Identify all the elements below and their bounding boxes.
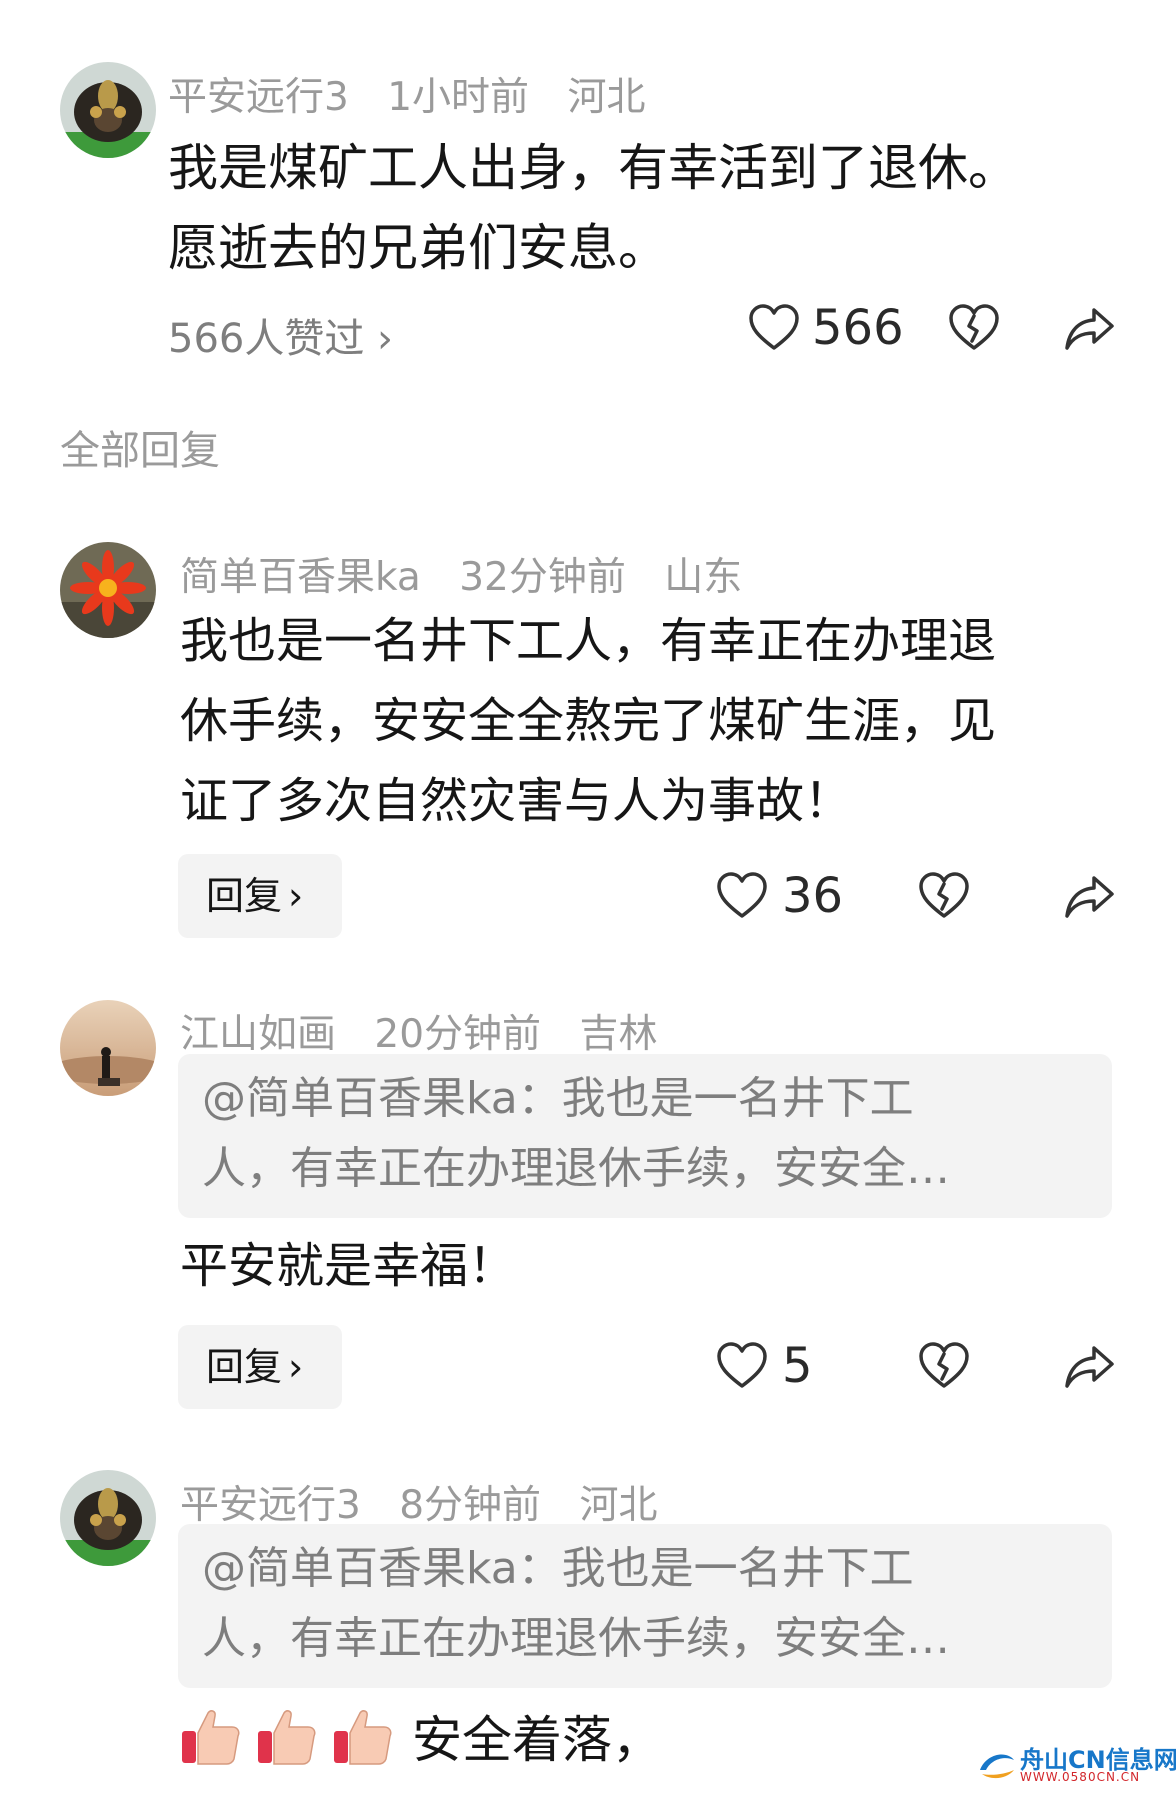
like-count: 5 — [782, 1338, 813, 1394]
quoted-reply[interactable]: @简单百香果ka：我也是一名井下工 人，有幸正在办理退休手续，安安全… — [178, 1524, 1112, 1688]
comment-meta: 平安远行3 1小时前 河北 — [168, 66, 645, 122]
reply-text: 平安就是幸福！ — [180, 1238, 517, 1294]
thumbs-up-emoji-icon — [258, 1710, 316, 1765]
heart-outline-icon — [717, 1342, 767, 1388]
avatar-image — [60, 1000, 156, 1096]
watermark-icon — [980, 1754, 1014, 1779]
location: 吉林 — [579, 1012, 658, 1057]
heart-outline-icon — [749, 304, 799, 350]
share-button[interactable] — [1064, 306, 1116, 356]
location: 河北 — [579, 1483, 658, 1528]
share-arrow-icon — [1065, 308, 1114, 350]
share-button[interactable] — [1064, 874, 1116, 924]
avatar-image — [60, 542, 156, 638]
reply-button[interactable]: 回复 › — [178, 854, 342, 938]
chevron-right-icon: › — [288, 1345, 304, 1389]
avatar[interactable] — [60, 62, 156, 158]
quoted-text-line: 人，有幸正在办理退休手续，安安全… — [202, 1143, 950, 1194]
comment-meta: 江山如画 20分钟前 吉林 — [180, 1003, 657, 1059]
avatar[interactable] — [60, 542, 156, 638]
location: 山东 — [664, 555, 743, 600]
avatar-image — [60, 1470, 156, 1566]
username[interactable]: 江山如画 — [180, 1012, 336, 1057]
like-count: 566 — [812, 300, 904, 356]
reply-button[interactable]: 回复 › — [178, 1325, 342, 1409]
share-button[interactable] — [1064, 1344, 1116, 1394]
like-count: 36 — [782, 868, 844, 924]
timestamp: 1小时前 — [387, 75, 530, 120]
reply-text-line: 安全着落， — [412, 1711, 662, 1769]
timestamp: 8分钟前 — [399, 1483, 542, 1528]
heart-outline-icon — [717, 872, 767, 918]
quoted-text-line: @简单百香果ka：我也是一名井下工 — [202, 1543, 914, 1594]
avatar[interactable] — [60, 1470, 156, 1566]
reply-text-line: 证了多次自然灾害与人为事故！ — [180, 773, 853, 829]
comment-text: 我是煤矿工人出身，有幸活到了退休。 愿逝去的兄弟们安息。 — [168, 128, 1018, 288]
broken-heart-icon — [919, 1342, 969, 1388]
comment-meta: 平安远行3 8分钟前 河北 — [180, 1474, 657, 1530]
reply-text: 我也是一名井下工人，有幸正在办理退 休手续，安安全全熬完了煤矿生涯，见 证了多次… — [180, 601, 996, 841]
chevron-right-icon: › — [288, 874, 304, 918]
avatar-image — [60, 62, 156, 158]
dislike-button[interactable] — [918, 1342, 970, 1394]
like-button[interactable] — [716, 1342, 768, 1394]
watermark-logo: 舟山CN信息网 WWW.0580CN.CN — [976, 1740, 1176, 1790]
timestamp: 20分钟前 — [374, 1012, 542, 1057]
dislike-button[interactable] — [948, 304, 1000, 356]
comment-text-line: 我是煤矿工人出身，有幸活到了退休。 — [168, 139, 1018, 197]
timestamp: 32分钟前 — [459, 555, 626, 600]
broken-heart-icon — [919, 872, 969, 918]
like-button[interactable] — [716, 872, 768, 924]
username[interactable]: 简单百香果ka — [180, 555, 421, 600]
comment-meta: 简单百香果ka 32分钟前 山东 — [180, 546, 742, 602]
broken-heart-icon — [949, 304, 999, 350]
like-button[interactable] — [748, 304, 800, 356]
thumbs-up-emoji-icon — [182, 1710, 240, 1765]
quoted-reply[interactable]: @简单百香果ka：我也是一名井下工 人，有幸正在办理退休手续，安安全… — [178, 1054, 1112, 1218]
reply-text: 安全着落， — [178, 1700, 662, 1772]
reply-text-line: 休手续，安安全全熬完了煤矿生涯，见 — [180, 693, 997, 749]
reply-button-label: 回复 — [206, 874, 283, 918]
quoted-text-line: @简单百香果ka：我也是一名井下工 — [202, 1073, 914, 1124]
quoted-text-line: 人，有幸正在办理退休手续，安安全… — [202, 1613, 950, 1664]
username[interactable]: 平安远行3 — [168, 75, 349, 120]
thumbs-up-emoji-icon — [334, 1710, 392, 1765]
location: 河北 — [567, 75, 646, 120]
watermark-url: WWW.0580CN.CN — [1020, 1770, 1141, 1784]
dislike-button[interactable] — [918, 872, 970, 924]
comment-text-line: 愿逝去的兄弟们安息。 — [168, 219, 668, 277]
liked-by-link[interactable]: 566人赞过 › — [168, 306, 393, 364]
avatar[interactable] — [60, 1000, 156, 1096]
reply-text-line: 我也是一名井下工人，有幸正在办理退 — [180, 613, 997, 669]
share-arrow-icon — [1065, 876, 1114, 918]
username[interactable]: 平安远行3 — [180, 1483, 361, 1528]
section-title: 全部回复 — [60, 428, 220, 474]
share-arrow-icon — [1065, 1346, 1114, 1388]
reply-button-label: 回复 — [206, 1345, 283, 1389]
